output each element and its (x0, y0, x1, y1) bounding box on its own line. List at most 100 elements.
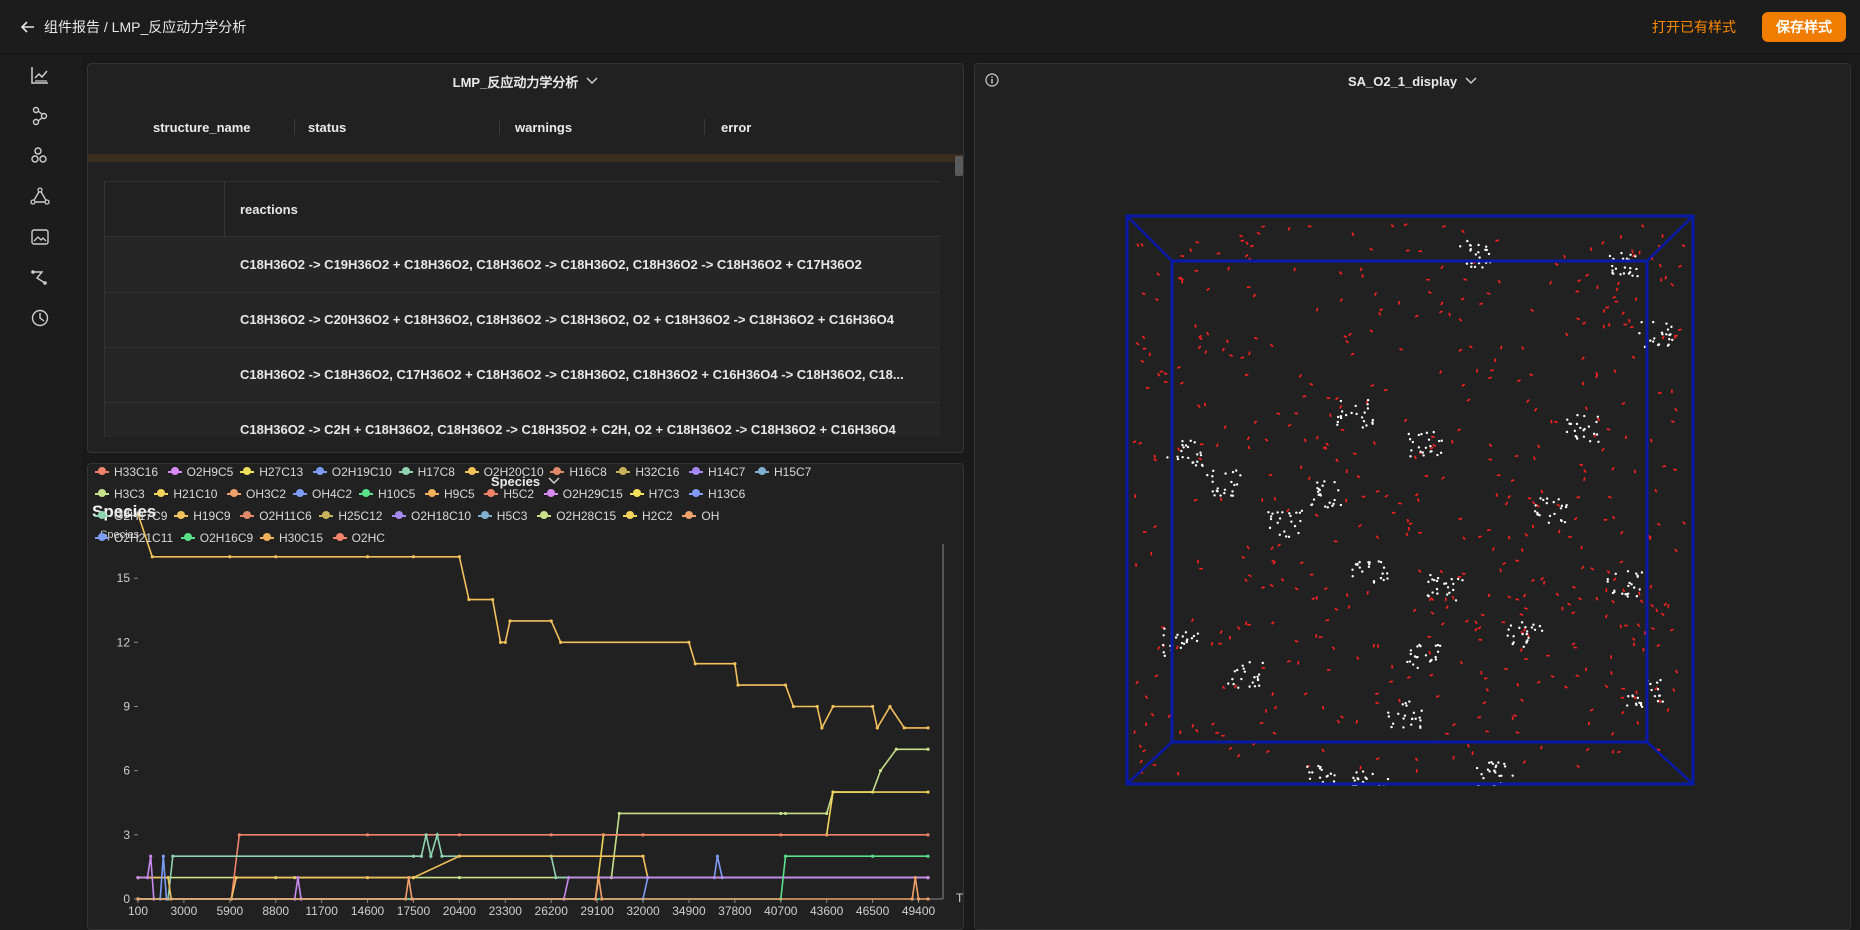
oxygen-molecule (1633, 695, 1637, 700)
legend-item[interactable]: O2HC (332, 531, 385, 545)
column-status[interactable]: status (294, 106, 499, 148)
oxygen-molecule (1584, 406, 1588, 411)
legend-item[interactable]: H27C13 (240, 465, 303, 479)
legend-item[interactable]: O2H19C10 (312, 465, 392, 479)
oxygen-molecule (1190, 618, 1194, 623)
legend-item[interactable]: O2H28C15 (537, 509, 616, 523)
oxygen-molecule (1324, 446, 1328, 450)
legend-item[interactable]: H33C16 (95, 465, 158, 479)
hydrocarbon-atom (1371, 772, 1374, 776)
oxygen-molecule (1571, 611, 1576, 615)
legend-item[interactable]: H25C12 (319, 509, 382, 523)
legend-item[interactable]: H17C8 (398, 465, 455, 479)
oxygen-molecule (1572, 585, 1576, 589)
legend-item[interactable]: H30C15 (260, 531, 323, 545)
legend-item[interactable]: O2H29C15 (543, 487, 623, 501)
oxygen-molecule (1658, 699, 1662, 704)
legend-item[interactable]: H16C8 (550, 465, 607, 479)
oxygen-molecule (1606, 570, 1611, 574)
route-icon[interactable] (29, 266, 51, 288)
hydrocarbon-atom (1215, 489, 1219, 493)
legend-item[interactable]: H3C3 (95, 487, 145, 501)
column-error[interactable]: error (704, 106, 904, 148)
legend-item[interactable]: H9C5 (425, 487, 475, 501)
hydrocarbon-atom (1387, 715, 1391, 718)
table-panel-title[interactable]: LMP_反应动力学分析 (88, 64, 963, 98)
hydrocarbon-atom (1649, 339, 1652, 342)
hydrocarbon-atom (1299, 519, 1302, 523)
hydrocarbon-atom (1435, 587, 1439, 591)
oxygen-molecule (1514, 454, 1519, 458)
legend-item[interactable]: O2H20C10 (464, 465, 544, 479)
hydrocarbon-atom (1628, 581, 1631, 585)
hydrocarbon-atom (1431, 591, 1434, 594)
legend-item[interactable]: H15C7 (755, 465, 811, 479)
oxygen-molecule (1418, 569, 1422, 574)
hydrocarbon-atom (1631, 695, 1634, 698)
legend-item[interactable]: H7C3 (629, 487, 679, 501)
table-scrollbar[interactable] (955, 156, 963, 176)
viewer-panel-title[interactable]: SA_O2_1_display (975, 64, 1850, 98)
pie-chart-icon[interactable] (29, 307, 51, 329)
oxygen-molecule (1248, 351, 1251, 356)
oxygen-molecule (1439, 310, 1443, 314)
oxygen-molecule (1375, 692, 1379, 695)
hydrocarbon-atom (1227, 682, 1230, 685)
hydrocarbon-atom (1660, 331, 1664, 334)
legend-item[interactable]: H19C9 (174, 509, 231, 523)
legend-item[interactable]: OH3C2 (227, 487, 286, 501)
legend-item[interactable]: O2H18C10 (392, 509, 471, 523)
oxygen-molecule (1488, 376, 1493, 380)
series-point (870, 704, 875, 709)
oxygen-molecule (1246, 286, 1251, 289)
hydrocarbon-atom (1620, 251, 1623, 255)
y-tick-label: 3 (123, 828, 130, 842)
oxygen-molecule (1515, 598, 1520, 601)
hydrocarbon-atom (1293, 524, 1297, 528)
open-existing-style-link[interactable]: 打开已有样式 (1652, 17, 1736, 37)
legend-item[interactable]: H2C2 (623, 509, 673, 523)
hydrocarbon-atom (1638, 332, 1641, 335)
line-chart-icon[interactable] (29, 64, 51, 86)
legend-item[interactable]: H13C6 (689, 487, 745, 501)
legend-item[interactable]: O2H21C11 (95, 531, 173, 545)
oxygen-molecule (1511, 716, 1514, 720)
series-point (508, 619, 512, 623)
hydrocarbon-atom (1424, 446, 1428, 449)
legend-item[interactable]: O2H17C9 (95, 509, 167, 523)
legend-item[interactable]: H32C16 (616, 465, 679, 479)
legend-item[interactable]: OH4C2 (293, 487, 352, 501)
image-icon[interactable] (29, 226, 51, 248)
hydrocarbon-atom (1331, 504, 1334, 508)
oxygen-molecule (1634, 297, 1638, 302)
column-structure-name[interactable]: structure_name (88, 106, 294, 148)
back-arrow-icon[interactable] (18, 17, 38, 37)
table-row[interactable]: C18H36O2 -> C19H36O2 + C18H36O2, C18H36O… (105, 238, 940, 293)
legend-item[interactable]: O2H11C6 (240, 509, 312, 523)
legend-label: H2C2 (642, 509, 673, 523)
molecular-structure-viewer[interactable] (1125, 214, 1695, 786)
series-point (429, 854, 433, 858)
table-row[interactable]: C18H36O2 -> C18H36O2, C17H36O2 + C18H36O… (105, 348, 940, 403)
legend-item[interactable]: O2H16C9 (180, 531, 253, 545)
legend-item[interactable]: H5C2 (484, 487, 534, 501)
oxygen-molecule (1136, 243, 1140, 248)
legend-item[interactable]: O2H9C5 (167, 465, 233, 479)
legend-item[interactable]: H5C3 (477, 509, 527, 523)
molecule-icon[interactable] (29, 105, 51, 127)
oxygen-molecule (1628, 318, 1631, 323)
table-row[interactable]: C18H36O2 -> C2H + C18H36O2, C18H36O2 -> … (105, 403, 940, 437)
legend-swatch (682, 511, 697, 519)
legend-item[interactable]: OH (682, 509, 719, 523)
column-warnings[interactable]: warnings (499, 106, 704, 148)
cluster-icon[interactable] (29, 145, 51, 167)
save-style-button[interactable]: 保存样式 (1762, 11, 1846, 42)
network-icon[interactable] (29, 186, 51, 208)
hydrocarbon-atom (1352, 776, 1355, 780)
subtable-header-reactions: reactions (240, 202, 298, 217)
oxygen-molecule (1540, 745, 1543, 750)
table-row[interactable]: C18H36O2 -> C20H36O2 + C18H36O2, C18H36O… (105, 293, 940, 348)
legend-item[interactable]: H14C7 (689, 465, 745, 479)
legend-item[interactable]: H21C10 (154, 487, 217, 501)
legend-item[interactable]: H10C5 (359, 487, 415, 501)
